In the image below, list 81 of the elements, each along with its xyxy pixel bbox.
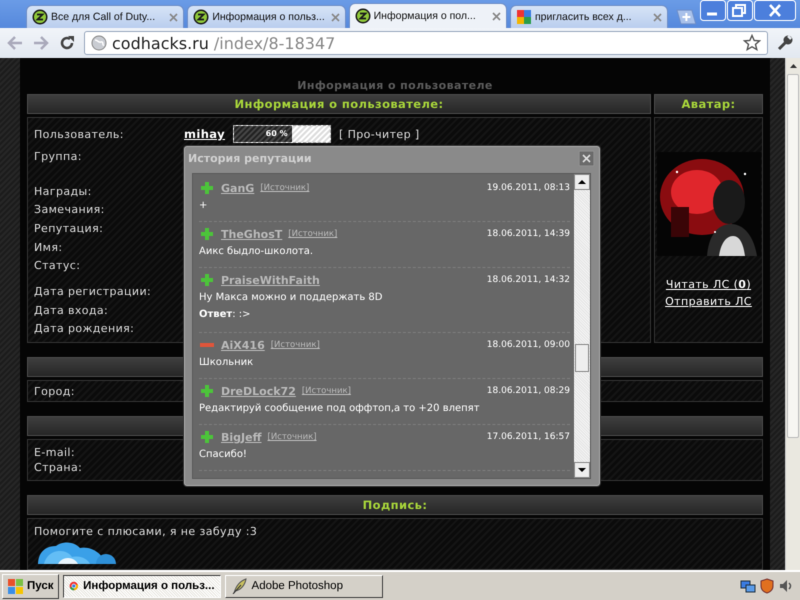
message-link[interactable]: Читать ЛС (0) (666, 276, 752, 293)
entry-message: + (199, 200, 208, 213)
field-label: Замечания: (34, 203, 106, 216)
globe-icon (91, 35, 107, 51)
entry-date: 18.06.2011, 14:39 (486, 229, 570, 239)
field-label: Награды: (34, 184, 93, 198)
start-button[interactable]: Пуск (2, 574, 59, 598)
scroll-thumb[interactable] (575, 344, 589, 372)
entry-message: Спасибо! (199, 449, 248, 462)
wrench-icon[interactable] (776, 34, 794, 52)
scroll-down-icon[interactable] (574, 462, 590, 478)
field-label: Репутация: (34, 222, 104, 235)
signature-text: Помогите с плюсами, я не забуду :3 (34, 525, 258, 538)
close-icon[interactable] (492, 12, 501, 20)
field-label: Страна: (34, 461, 82, 474)
message-link[interactable]: Отправить ЛС (665, 293, 752, 310)
scrollbar[interactable] (574, 174, 590, 478)
entry-message: Школьник (199, 357, 254, 370)
field-label: Дата входа: (34, 304, 110, 317)
plus-icon (199, 272, 215, 288)
reputation-reading: 60 % (264, 129, 289, 138)
url-domain: codhacks.ru (112, 34, 209, 52)
section-header: Подпись: (27, 495, 763, 515)
close-icon[interactable] (169, 12, 178, 22)
field-label: Пользователь: (34, 128, 125, 141)
entry-date: 19.06.2011, 08:13 (486, 183, 570, 193)
taskbar-button[interactable]: Информация о польз... (62, 574, 221, 598)
site-icon (354, 8, 371, 24)
url-path: /index/8-18347 (214, 34, 336, 52)
username-link[interactable]: mihay (184, 127, 226, 142)
minimize-icon[interactable] (700, 0, 726, 21)
browser-tab[interactable]: пригласить всех д... (510, 5, 668, 28)
site-icon (32, 9, 48, 25)
new-tab-icon[interactable] (675, 9, 697, 25)
site-icon (193, 9, 210, 25)
back-icon[interactable] (6, 34, 24, 52)
entry-date: 17.06.2011, 16:57 (486, 432, 570, 442)
windows-icon (7, 578, 24, 594)
entry-date: 18.06.2011, 09:00 (486, 340, 570, 350)
google-icon (516, 9, 532, 25)
close-icon[interactable] (330, 12, 340, 22)
speaker-icon[interactable] (778, 578, 794, 594)
close-icon[interactable] (579, 150, 594, 166)
plus-icon (199, 180, 215, 196)
network-icon[interactable] (740, 578, 756, 594)
field-label: Дата рождения: (34, 322, 136, 336)
plus-icon (199, 383, 215, 399)
browser-tab[interactable]: Информация о пол... (348, 3, 507, 28)
popup-title: История репутации (188, 152, 313, 164)
entry-message: Ну Макса можно и поддержать 8D (199, 292, 384, 305)
entry-date: 18.06.2011, 08:29 (486, 386, 570, 396)
restore-icon[interactable] (727, 0, 753, 21)
user-rank: [ Про-читер ] (339, 128, 420, 141)
field-label: Дата регистрации: (34, 284, 152, 298)
taskbar-button[interactable]: Adobe Photoshop (224, 574, 383, 598)
scrollbar[interactable] (785, 58, 800, 570)
address-bar[interactable]: codhacks.ru /index/8-18347 (84, 31, 768, 55)
forward-icon[interactable] (32, 34, 50, 52)
entry-message: Редактируй сообщение под оффтоп,а то +20 влепят (199, 403, 481, 416)
feather-icon (230, 578, 247, 594)
reload-icon[interactable] (58, 34, 76, 52)
field-label: E-mail: (34, 446, 75, 459)
browser-tab[interactable]: Все для Call of Duty... (26, 5, 184, 28)
page-title: Информация о пользователе (296, 78, 494, 94)
entry-reply: Ответ: :> (199, 309, 252, 322)
field-label: Статус: (34, 259, 82, 272)
browser-tab[interactable]: Информация о польз... (187, 5, 346, 28)
star-icon[interactable] (743, 34, 761, 52)
entry-message: Аикс быдло-школота. (199, 246, 314, 259)
scroll-up-icon[interactable] (574, 174, 590, 190)
section-header: Информация о пользователе: (27, 94, 651, 114)
close-icon[interactable] (653, 12, 662, 22)
entry-date: 18.06.2011, 14:32 (486, 275, 570, 285)
scroll-thumb[interactable] (787, 74, 799, 438)
plus-icon (199, 429, 215, 445)
field-label: Имя: (34, 240, 64, 254)
plus-icon (199, 226, 215, 242)
shield-icon[interactable] (759, 578, 775, 594)
field-label: Группа: (34, 150, 83, 163)
section-header: Аватар: (654, 94, 763, 114)
field-label: Город: (34, 384, 75, 398)
